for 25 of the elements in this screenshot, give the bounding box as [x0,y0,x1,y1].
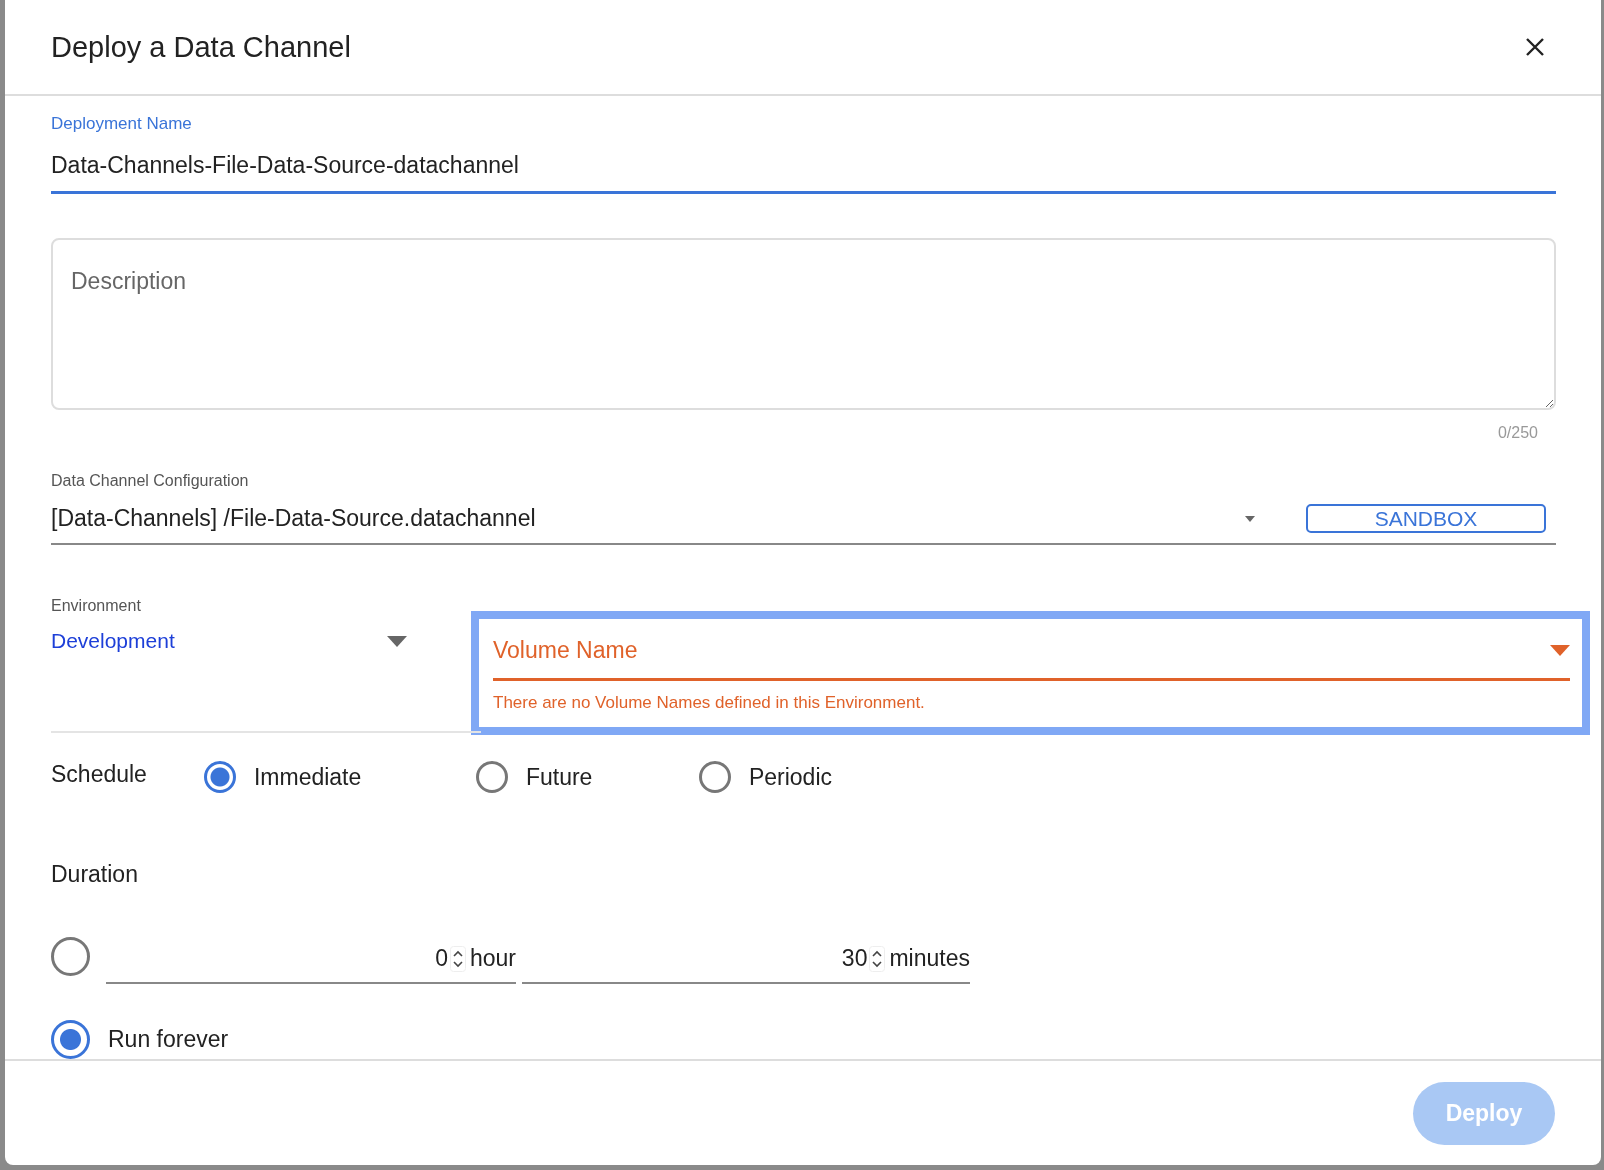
caret-icon [1244,514,1256,523]
spinner-icon[interactable] [449,945,466,972]
duration-label: Duration [51,861,138,888]
radio-option[interactable]: Run forever [51,1020,1556,1059]
configuration-select[interactable]: [Data-Channels] /File-Data-Source.datachannel [51,505,1256,532]
field-label: Deployment Name [51,114,192,134]
caret-icon [1550,645,1570,656]
error-message: There are no Volume Names defined in this Environment. [493,693,925,713]
schedule-label: Schedule [51,761,147,788]
spinner-icon[interactable] [869,945,886,972]
field-label: Data Channel Configuration [51,472,249,490]
dialog-title: Deploy a Data Channel [51,30,351,64]
minutes-input[interactable]: 30 minutes [522,937,970,984]
radio-option[interactable]: Future [475,761,699,793]
volume-name-select[interactable]: Volume Name [493,633,1570,681]
caret-icon [387,635,407,647]
sandbox-button[interactable]: SANDBOX [1306,504,1546,533]
radio-option[interactable]: Immediate [203,761,476,793]
field-label: Environment [51,597,141,615]
hours-input[interactable]: 0 hour [106,937,516,984]
radio-option[interactable]: Periodic [698,761,971,793]
radio-button[interactable] [51,937,90,976]
character-counter: 0/250 [1497,424,1538,444]
environment-select[interactable]: Development [51,629,407,653]
description-field[interactable]: Description [51,238,1556,411]
